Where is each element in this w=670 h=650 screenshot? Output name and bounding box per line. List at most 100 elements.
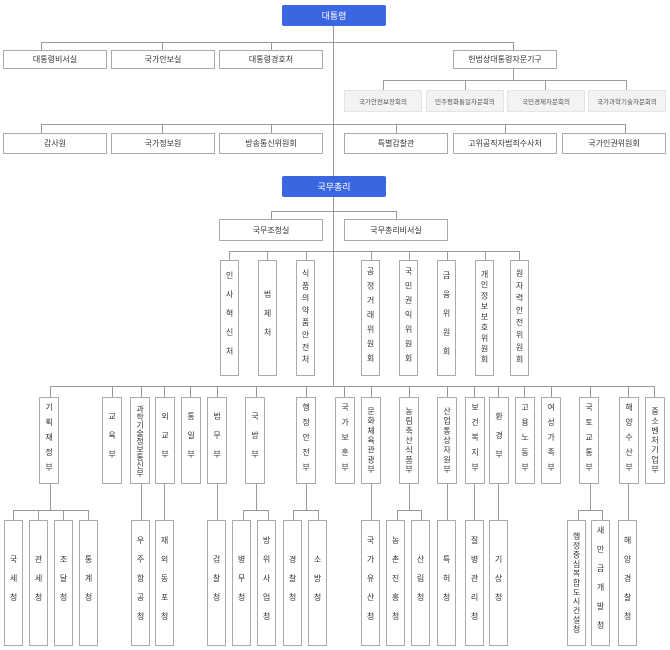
- office-for-government-policy-coordination-box: 국무조정실: [219, 219, 323, 241]
- agency-box: 우주항공청: [131, 520, 150, 646]
- ministry-box-label: 과학기술정보통신부: [135, 404, 145, 477]
- agency-box: 검찰청: [207, 520, 226, 646]
- ministry-box-label: 국가보훈부: [340, 403, 350, 478]
- prime-minister-secretariat-box: 국무총리비서실: [344, 219, 448, 241]
- agency-box: 통계청: [79, 520, 98, 646]
- independent-agency-box: 방송통신위원회: [219, 133, 323, 154]
- presidential-security-service-box: 대통령경호처: [219, 50, 323, 69]
- ministry-box: 여성가족부: [541, 397, 561, 484]
- agency-box-label: 병무청: [237, 554, 246, 612]
- advisory-sub-box: 민주평화통일자문회의: [426, 90, 504, 112]
- ministry-box-label: 농림축산식품부: [404, 406, 414, 475]
- ministry-box-label: 국토교통부: [584, 403, 594, 478]
- agency-box: 국세청: [4, 520, 23, 646]
- independent-agency-box: 특별감찰관: [344, 133, 448, 154]
- ministry-box-label: 여성가족부: [546, 403, 556, 478]
- independent-agency-box: 감사원: [3, 133, 107, 154]
- agency-box: 방위사업청: [257, 520, 276, 646]
- ministry-box: 농림축산식품부: [399, 397, 419, 484]
- pm-agency-box: 식품의약품안전처: [296, 260, 315, 376]
- agency-box-label: 재외동포청: [160, 535, 169, 631]
- agency-box-label: 검찰청: [212, 554, 221, 612]
- agency-box-label: 국세청: [9, 554, 18, 612]
- agency-box: 재외동포청: [155, 520, 174, 646]
- pm-agency-box: 개인정보보호위원회: [475, 260, 494, 376]
- ministry-box-label: 기획재정부: [44, 403, 54, 478]
- agency-box: 소방청: [308, 520, 327, 646]
- ministry-box-label: 중소벤처기업부: [650, 406, 660, 475]
- ministry-box-label: 교육부: [107, 412, 117, 469]
- ministry-box: 중소벤처기업부: [645, 397, 665, 484]
- agency-box-label: 관세청: [34, 554, 43, 612]
- ministry-box: 보건복지부: [465, 397, 485, 484]
- ministry-box: 해양수산부: [619, 397, 639, 484]
- agency-box: 산림청: [411, 520, 430, 646]
- agency-box-label: 기상청: [494, 554, 503, 612]
- independent-agency-box: 국가정보원: [111, 133, 215, 154]
- agency-box: 기상청: [489, 520, 508, 646]
- agency-box-label: 방위사업청: [262, 535, 271, 631]
- agency-box-label: 우주항공청: [136, 535, 145, 631]
- presidential-secretariat-box: 대통령비서실: [3, 50, 107, 69]
- ministry-box-label: 행정안전부: [301, 403, 311, 478]
- agency-box-label: 산림청: [416, 554, 425, 612]
- national-security-office-box: 국가안보실: [111, 50, 215, 69]
- agency-box-label: 특허청: [442, 554, 451, 612]
- agency-box-label: 질병관리청: [470, 535, 479, 631]
- ministry-box: 고용노동부: [515, 397, 535, 484]
- agency-box: 질병관리청: [465, 520, 484, 646]
- agency-box: 새만금개발청: [591, 520, 610, 646]
- advisory-sub-box: 국가안전보장회의: [344, 90, 422, 112]
- president-box: 대통령: [282, 5, 386, 26]
- advisory-sub-box: 국민경제자문회의: [507, 90, 585, 112]
- pm-agency-box-label: 공정거래위원회: [366, 267, 375, 369]
- ministry-box-label: 국방부: [250, 412, 260, 469]
- independent-agency-box: 국가인권위원회: [562, 133, 666, 154]
- independent-agency-box: 고위공직자범죄수사처: [453, 133, 557, 154]
- pm-agency-box: 공정거래위원회: [361, 260, 380, 376]
- agency-box: 행정중심복합도시건설청: [567, 520, 586, 646]
- pm-agency-box-label: 인사혁신처: [225, 270, 234, 366]
- agency-box: 경찰청: [283, 520, 302, 646]
- agency-box: 국가유산청: [361, 520, 380, 646]
- ministry-box-label: 산업통상자원부: [442, 406, 452, 475]
- agency-box-label: 해양경찰청: [623, 535, 632, 631]
- pm-agency-box: 법제처: [258, 260, 277, 376]
- pm-agency-box-label: 원자력안전위원회: [515, 268, 524, 368]
- agency-box-label: 통계청: [84, 554, 93, 612]
- pm-agency-box-label: 법제처: [263, 289, 272, 347]
- ministry-box-label: 해양수산부: [624, 403, 634, 478]
- agency-box: 해양경찰청: [618, 520, 637, 646]
- pm-agency-box: 국민권익위원회: [399, 260, 418, 376]
- ministry-box: 기획재정부: [39, 397, 59, 484]
- agency-box: 병무청: [232, 520, 251, 646]
- ministry-box-label: 보건복지부: [470, 403, 480, 478]
- ministry-box: 통일부: [181, 397, 201, 484]
- pm-agency-box: 금융위원회: [437, 260, 456, 376]
- pm-agency-box: 인사혁신처: [220, 260, 239, 376]
- agency-box-label: 농촌진흥청: [391, 535, 400, 631]
- ministry-box: 법무부: [207, 397, 227, 484]
- pm-agency-box-label: 개인정보보호위원회: [480, 270, 489, 366]
- agency-box: 특허청: [437, 520, 456, 646]
- agency-box: 농촌진흥청: [386, 520, 405, 646]
- advisory-council-box: 헌법상대통령자문기구: [453, 50, 557, 69]
- ministry-box-label: 통일부: [186, 412, 196, 469]
- ministry-box-label: 문화체육관광부: [366, 406, 376, 475]
- agency-box-label: 행정중심복합도시건설청: [572, 531, 581, 635]
- ministry-box: 과학기술정보통신부: [130, 397, 150, 484]
- agency-box-label: 조달청: [59, 554, 68, 612]
- agency-box-label: 경찰청: [288, 554, 297, 612]
- ministry-box: 산업통상자원부: [437, 397, 457, 484]
- ministry-box-label: 환경부: [494, 412, 504, 469]
- ministry-box-label: 법무부: [212, 412, 222, 469]
- pm-agency-box: 원자력안전위원회: [510, 260, 529, 376]
- advisory-sub-box: 국가과학기술자문회의: [588, 90, 666, 112]
- pm-agency-box-label: 국민권익위원회: [404, 267, 413, 369]
- ministry-box: 국방부: [245, 397, 265, 484]
- agency-box-label: 국가유산청: [366, 535, 375, 631]
- pm-agency-box-label: 식품의약품안전처: [301, 268, 310, 368]
- ministry-box: 교육부: [102, 397, 122, 484]
- agency-box: 관세청: [29, 520, 48, 646]
- agency-box-label: 새만금개발청: [596, 526, 605, 640]
